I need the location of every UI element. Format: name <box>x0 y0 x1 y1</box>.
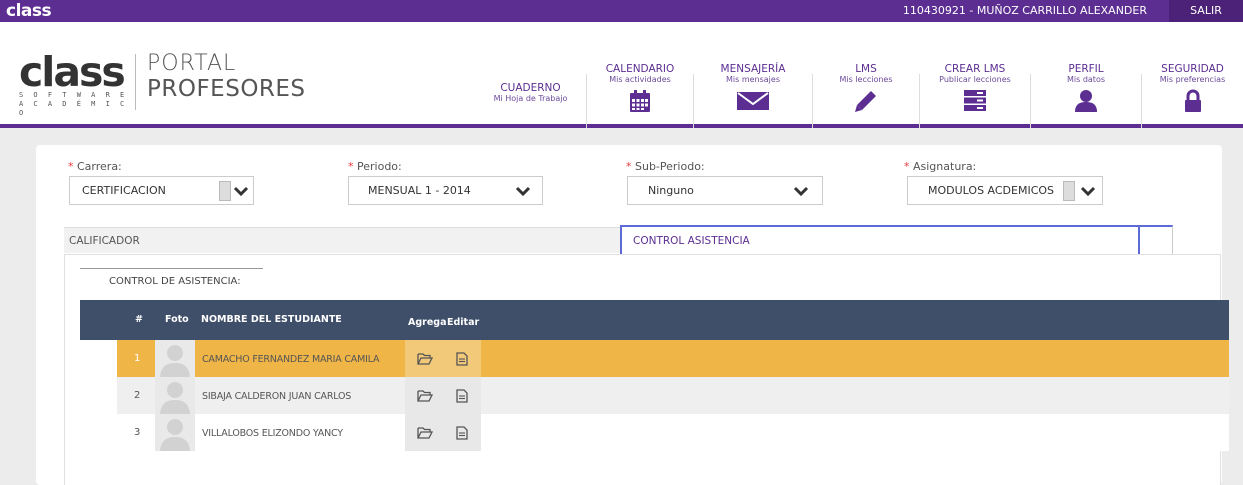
table-row[interactable]: 2 SIBAJA CALDERON JUAN CARLOS <box>117 377 1229 414</box>
envelope-icon <box>737 92 769 110</box>
user-name: 110430921 - MUÑOZ CARRILLO ALEXANDER <box>902 4 1147 17</box>
section-divider <box>80 268 263 269</box>
col-agrega: Agrega <box>408 317 447 328</box>
chevron-down-icon <box>233 186 249 197</box>
table-row[interactable]: 3 VILLALOBOS ELIZONDO YANCY <box>117 414 1229 451</box>
tab-spacer <box>1140 225 1173 255</box>
lock-icon <box>1184 89 1201 112</box>
tab-control-asistencia[interactable]: CONTROL ASISTENCIA <box>620 225 1140 255</box>
nav-lms[interactable]: LMS Mis lecciones <box>813 22 919 128</box>
top-bar: class 110430921 - MUÑOZ CARRILLO ALEXAND… <box>0 0 1243 22</box>
col-editar: Editar <box>447 317 480 328</box>
col-nombre: NOMBRE DEL ESTUDIANTE <box>201 314 342 325</box>
col-num: # <box>135 314 143 325</box>
asignatura-label: * Asignatura: <box>904 160 977 173</box>
edit-button[interactable] <box>443 340 481 377</box>
avatar-placeholder-icon <box>160 382 190 414</box>
row-number: 2 <box>134 390 141 401</box>
logo-divider <box>135 54 136 110</box>
nav-perfil[interactable]: PERFIL Mis datos <box>1031 22 1141 128</box>
edit-button[interactable] <box>443 414 481 451</box>
student-name: SIBAJA CALDERON JUAN CARLOS <box>202 391 352 402</box>
student-photo <box>155 340 195 377</box>
student-name: CAMACHO FERNANDEZ MARIA CAMILA <box>202 354 380 365</box>
active-tab-indicator <box>475 124 586 128</box>
col-foto: Foto <box>165 314 189 325</box>
add-button[interactable] <box>405 414 443 451</box>
avatar-placeholder-icon <box>160 419 190 451</box>
portal-title: PORTAL PROFESORES <box>147 51 306 103</box>
document-icon <box>456 389 468 403</box>
periodo-label: * Periodo: <box>348 160 402 173</box>
folder-open-icon <box>417 353 433 365</box>
chevron-down-icon <box>515 186 531 197</box>
select-grip <box>1063 181 1075 201</box>
logout-button[interactable]: SALIR <box>1169 0 1243 22</box>
folder-open-icon <box>417 390 433 402</box>
section-title: CONTROL DE ASISTENCIA: <box>109 276 241 287</box>
subperiodo-select[interactable]: Ninguno <box>627 176 823 205</box>
carrera-label: * Carrera: <box>68 160 122 173</box>
student-name: VILLALOBOS ELIZONDO YANCY <box>202 428 343 439</box>
nav-crear-lms[interactable]: CREAR LMS Publicar lecciones <box>920 22 1030 128</box>
student-photo <box>155 377 195 414</box>
nav-seguridad[interactable]: SEGURIDAD Mis preferencias <box>1142 22 1243 128</box>
periodo-select[interactable]: MENSUAL 1 - 2014 <box>348 176 543 205</box>
document-icon <box>456 426 468 440</box>
edit-button[interactable] <box>443 377 481 414</box>
table-row[interactable]: 1 CAMACHO FERNANDEZ MARIA CAMILA <box>117 340 1229 377</box>
avatar-placeholder-icon <box>160 345 190 377</box>
document-icon <box>456 352 468 366</box>
carrera-select[interactable]: CERTIFICACION <box>69 176 254 205</box>
asignatura-select[interactable]: MODULOS ACDEMICOS <box>907 176 1103 205</box>
calendar-icon <box>630 90 650 112</box>
select-grip <box>219 181 231 201</box>
folder-open-icon <box>417 427 433 439</box>
pencil-icon <box>855 91 876 112</box>
server-icon <box>964 90 986 111</box>
row-number: 1 <box>134 353 141 364</box>
subperiodo-label: * Sub-Periodo: <box>626 160 705 173</box>
chevron-down-icon <box>793 186 809 197</box>
table-header: # Foto NOMBRE DEL ESTUDIANTE Agrega Edit… <box>80 300 1229 340</box>
chevron-down-icon <box>1080 186 1096 197</box>
student-photo <box>155 414 195 451</box>
add-button[interactable] <box>405 377 443 414</box>
nav-calendario[interactable]: CALENDARIO Mis actividades <box>587 22 693 128</box>
nav-mensajeria[interactable]: MENSAJERÍA Mis mensajes <box>694 22 812 128</box>
header: class S O F T W A R E A C A D É M I C O … <box>0 22 1243 128</box>
row-number: 3 <box>134 427 141 438</box>
add-button[interactable] <box>405 340 443 377</box>
user-icon <box>1075 90 1097 112</box>
class-logo: class S O F T W A R E A C A D É M I C O <box>19 48 128 118</box>
nav-cuaderno[interactable]: CUADERNO Mi Hoja de Trabajo <box>475 22 586 128</box>
brand-logo-small: class <box>6 1 52 21</box>
tab-calificador[interactable]: CALIFICADOR <box>64 227 620 253</box>
